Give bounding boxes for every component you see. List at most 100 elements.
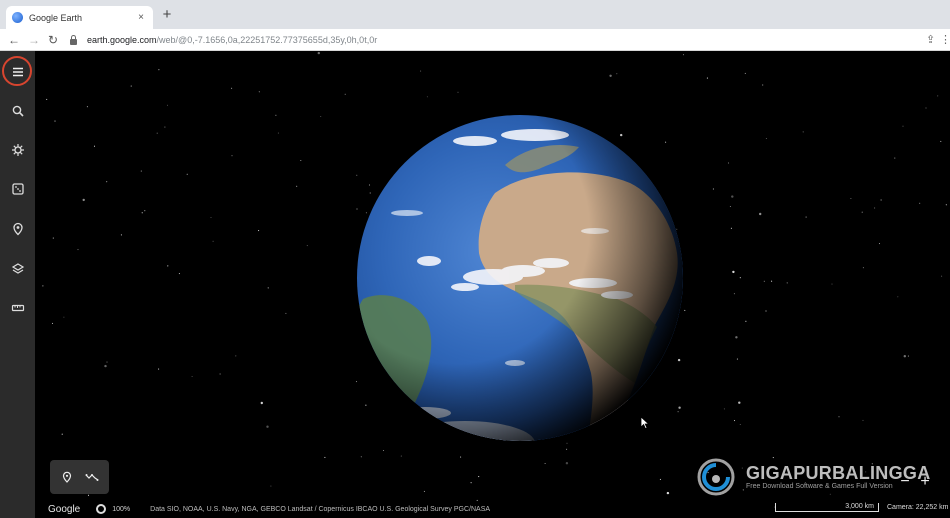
menu-icon [12,67,23,76]
reload-button[interactable]: ↻ [46,32,60,48]
status-footer: Google 100% Data SIO, NOAA, U.S. Navy, N… [35,500,950,518]
star [566,448,568,450]
star [186,173,188,175]
tab-close-icon[interactable]: × [135,12,147,23]
star [158,69,160,71]
more-menu-icon[interactable]: ⋮ [940,32,950,48]
star [277,132,279,134]
star [723,408,725,410]
zoom-in-button[interactable]: + [912,469,938,495]
star [258,230,260,232]
star [140,170,142,172]
back-button[interactable]: ← [7,32,21,48]
star [120,234,122,236]
star [167,265,169,267]
feeling-lucky-button[interactable] [5,176,30,201]
star [805,216,807,218]
star [744,72,746,74]
star [738,401,741,404]
scale-bar[interactable]: 3,000 km [775,503,879,512]
render-progress-text: 100% [112,505,131,513]
url-path: /web/@0,-7.1656,0a,22251752.77375655d,35… [156,35,378,45]
star [941,275,943,277]
star [878,243,881,245]
star [861,211,863,213]
star [759,212,762,216]
draw-path-button[interactable] [83,468,101,486]
star [945,204,947,206]
star [156,132,158,134]
zoom-out-button[interactable]: − [898,469,912,495]
lock-icon [70,34,77,45]
star [894,157,896,159]
star [360,456,362,458]
star [659,478,661,480]
url-text[interactable]: earth.google.com/web/@0,-7.1656,0a,22251… [87,35,377,45]
star [86,106,88,108]
star [862,267,864,269]
star [802,131,804,133]
star [46,98,48,100]
star [324,456,326,458]
address-bar[interactable]: earth.google.com/web/@0,-7.1656,0a,22251… [70,31,918,49]
add-placemark-button[interactable] [58,468,76,486]
star [77,249,79,251]
star [423,490,425,492]
star [616,73,618,75]
map-style-icon [11,262,24,274]
browser-tab-bar: Google Earth × + [0,0,950,29]
star [544,462,546,465]
star [306,245,308,247]
search-button[interactable] [5,98,30,123]
projects-button[interactable] [5,216,30,241]
star [51,322,54,324]
tab-title: Google Earth [29,12,83,23]
drawing-tools [50,460,109,494]
new-tab-button[interactable]: + [160,7,174,22]
star [426,96,428,98]
star [231,87,233,89]
forward-button[interactable]: → [27,32,41,48]
google-earth-window: Google Earth × + ← → ↻ earth.google.com/… [0,0,950,518]
star [925,107,927,109]
star [739,277,741,279]
star [565,462,569,465]
star [733,293,735,295]
star [275,114,277,116]
star [838,416,840,418]
star [93,145,96,147]
star [874,207,876,209]
measure-button[interactable] [5,295,30,320]
star [212,240,214,242]
browser-tab[interactable]: Google Earth × [6,6,153,29]
star [763,280,765,282]
star [266,425,269,428]
star [158,368,160,370]
star [937,95,939,97]
star [52,237,54,239]
star [729,205,731,208]
star [82,198,85,202]
star [320,115,322,118]
menu-button[interactable] [5,59,30,84]
star [739,423,741,426]
star [903,355,906,358]
star [907,355,909,357]
star [63,316,65,318]
globe[interactable] [355,113,685,443]
star [706,77,708,79]
star [470,482,472,484]
star [765,137,767,140]
earth-viewport[interactable] [35,51,950,518]
star [762,84,764,86]
star [166,104,169,106]
map-style-button[interactable] [5,256,30,281]
data-attribution[interactable]: Data SIO, NOAA, U.S. Navy, NGA, GEBCO La… [150,506,490,513]
star [106,181,108,183]
voyager-icon [11,143,24,156]
star [258,91,260,93]
star [141,212,143,214]
share-icon[interactable]: ⇪ [926,32,935,48]
voyager-button[interactable] [5,137,30,162]
star [235,355,237,357]
